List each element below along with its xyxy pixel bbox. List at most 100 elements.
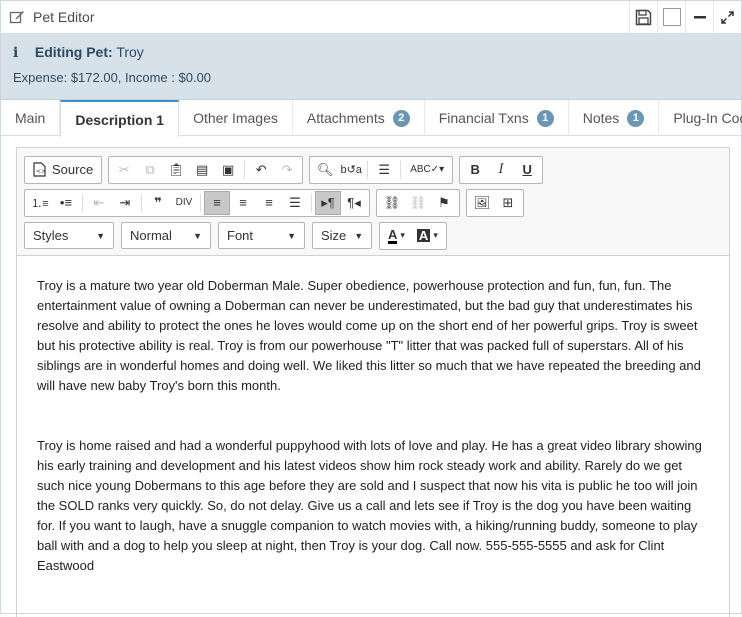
numbered-list-button[interactable]: ⒈≡ [27, 191, 53, 215]
text-color-button[interactable]: A ▾ [382, 224, 411, 248]
paste-text-button[interactable]: ▤ [189, 158, 215, 182]
description-paragraph: Troy is home raised and had a wonderful … [37, 438, 702, 573]
table-button[interactable]: ⊞ [495, 191, 521, 215]
ltr-icon: ▸¶ [321, 194, 335, 210]
select-all-button[interactable]: ☰ [371, 158, 397, 182]
undo-icon: ↶ [255, 161, 267, 177]
edit-icon [9, 9, 33, 25]
maximize-button[interactable] [657, 1, 685, 33]
underline-button[interactable]: U [514, 158, 540, 182]
unlink-icon: ⛓ [409, 194, 427, 210]
outdent-icon: ⇤ [93, 194, 105, 210]
link-icon: ⛓ [383, 194, 401, 210]
info-icon: i [13, 45, 19, 61]
editor-content[interactable]: Troy is a mature two year old Doberman M… [17, 256, 729, 576]
tab-bar: Main Description 1 Other Images Attachme… [1, 100, 742, 137]
minimize-icon [693, 11, 706, 23]
paste-word-icon: ▣ [222, 161, 235, 177]
link-button[interactable]: ⛓ [379, 191, 405, 215]
pet-name: Troy [116, 44, 144, 60]
blockquote-button[interactable]: ❞ [145, 191, 171, 215]
justify-icon: ☰ [289, 194, 301, 210]
save-icon [635, 9, 652, 26]
bold-button[interactable]: B [462, 158, 488, 182]
outdent-button[interactable]: ⇤ [86, 191, 112, 215]
caret-down-icon: ▼ [193, 230, 202, 241]
find-button[interactable]: 🔍︎ [312, 158, 338, 182]
svg-text:<>: <> [36, 168, 46, 175]
tab-notes[interactable]: Notes 1 [569, 100, 660, 136]
save-button[interactable] [629, 1, 657, 33]
tab-other-images[interactable]: Other Images [179, 100, 293, 136]
replace-icon: b↺a [340, 164, 362, 176]
tab-label: Attachments [306, 110, 385, 126]
align-center-button[interactable]: ≡ [230, 191, 256, 215]
unlink-button[interactable]: ⛓ [405, 191, 431, 215]
ltr-button[interactable]: ▸¶ [315, 190, 341, 215]
redo-button[interactable]: ↷ [274, 158, 300, 182]
count-badge: 1 [536, 109, 554, 127]
tab-label: Main [15, 110, 46, 126]
table-icon: ⊞ [502, 194, 514, 210]
cut-button[interactable]: ✂ [111, 158, 137, 182]
rtl-icon: ¶◂ [347, 194, 361, 210]
copy-button[interactable]: ⧉ [137, 158, 163, 182]
paste-text-icon: ▤ [196, 161, 209, 177]
editing-label: Editing Pet: [34, 44, 113, 60]
tab-attachments[interactable]: Attachments 2 [293, 100, 425, 136]
description-paragraph: Troy is a mature two year old Doberman M… [37, 278, 701, 393]
styles-value: Styles [33, 228, 69, 243]
format-dropdown[interactable]: Normal ▼ [121, 222, 211, 249]
editor-toolbar: <> Source ✂ ⧉ 📋︎ ▤ ▣ ↶ ↷ 🔍︎ b↺a ☰ ABC✓▾ … [17, 148, 729, 256]
background-color-button[interactable]: A ▾ [411, 224, 444, 248]
paste-icon: 📋︎ [167, 161, 185, 177]
expense-income: Expense: $172.00, Income : $0.00 [13, 70, 212, 85]
expand-button[interactable] [713, 1, 741, 33]
count-badge: 2 [392, 109, 410, 127]
tab-label: Notes [582, 110, 620, 126]
styles-dropdown[interactable]: Styles ▼ [24, 222, 114, 249]
indent-button[interactable]: ⇥ [112, 191, 138, 215]
titlebar: Pet Editor [1, 1, 741, 34]
align-right-icon: ≡ [265, 195, 273, 210]
replace-button[interactable]: b↺a [338, 158, 364, 182]
search-icon: 🔍︎ [316, 161, 334, 177]
caret-down-icon: ▼ [287, 230, 296, 241]
div-button[interactable]: DIV [171, 191, 197, 215]
rtl-button[interactable]: ¶◂ [341, 191, 367, 215]
justify-button[interactable]: ☰ [282, 191, 308, 215]
size-dropdown[interactable]: Size ▼ [312, 222, 372, 249]
undo-button[interactable]: ↶ [248, 158, 274, 182]
expand-icon [721, 10, 734, 24]
image-button[interactable]: 🖼︎ [469, 191, 495, 215]
tab-label: Financial Txns [438, 110, 529, 126]
italic-button[interactable]: I [488, 158, 514, 182]
spellcheck-button[interactable]: ABC✓▾ [404, 158, 450, 182]
text-color-icon: A [388, 226, 398, 244]
rich-text-editor: <> Source ✂ ⧉ 📋︎ ▤ ▣ ↶ ↷ 🔍︎ b↺a ☰ ABC✓▾ … [16, 147, 730, 617]
bold-icon: B [470, 162, 480, 177]
paste-button[interactable]: 📋︎ [163, 158, 189, 182]
tab-financial-txns[interactable]: Financial Txns 1 [425, 100, 569, 136]
background-color-icon: A [416, 228, 431, 243]
redo-icon: ↷ [281, 161, 293, 177]
tab-plug-in-code[interactable]: Plug-In Code [659, 100, 742, 136]
spellcheck-icon: ABC✓▾ [410, 164, 445, 175]
source-button[interactable]: <> Source [27, 158, 99, 182]
italic-icon: I [498, 162, 504, 177]
copy-icon: ⧉ [145, 161, 155, 177]
align-right-button[interactable]: ≡ [256, 191, 282, 215]
bulleted-list-button[interactable]: •≡ [53, 191, 79, 215]
tab-main[interactable]: Main [1, 100, 61, 136]
count-badge: 1 [627, 109, 645, 127]
font-dropdown[interactable]: Font ▼ [218, 222, 305, 249]
anchor-button[interactable]: ⚑ [431, 191, 457, 215]
numbered-list-icon: ⒈≡ [31, 197, 49, 210]
tab-label: Description 1 [75, 111, 165, 128]
align-left-button[interactable]: ≡ [204, 190, 230, 215]
maximize-box-icon [662, 8, 681, 26]
source-label: Source [52, 162, 94, 177]
tab-description-1[interactable]: Description 1 [60, 100, 180, 137]
paste-word-button[interactable]: ▣ [215, 158, 241, 182]
minimize-button[interactable] [685, 1, 713, 33]
